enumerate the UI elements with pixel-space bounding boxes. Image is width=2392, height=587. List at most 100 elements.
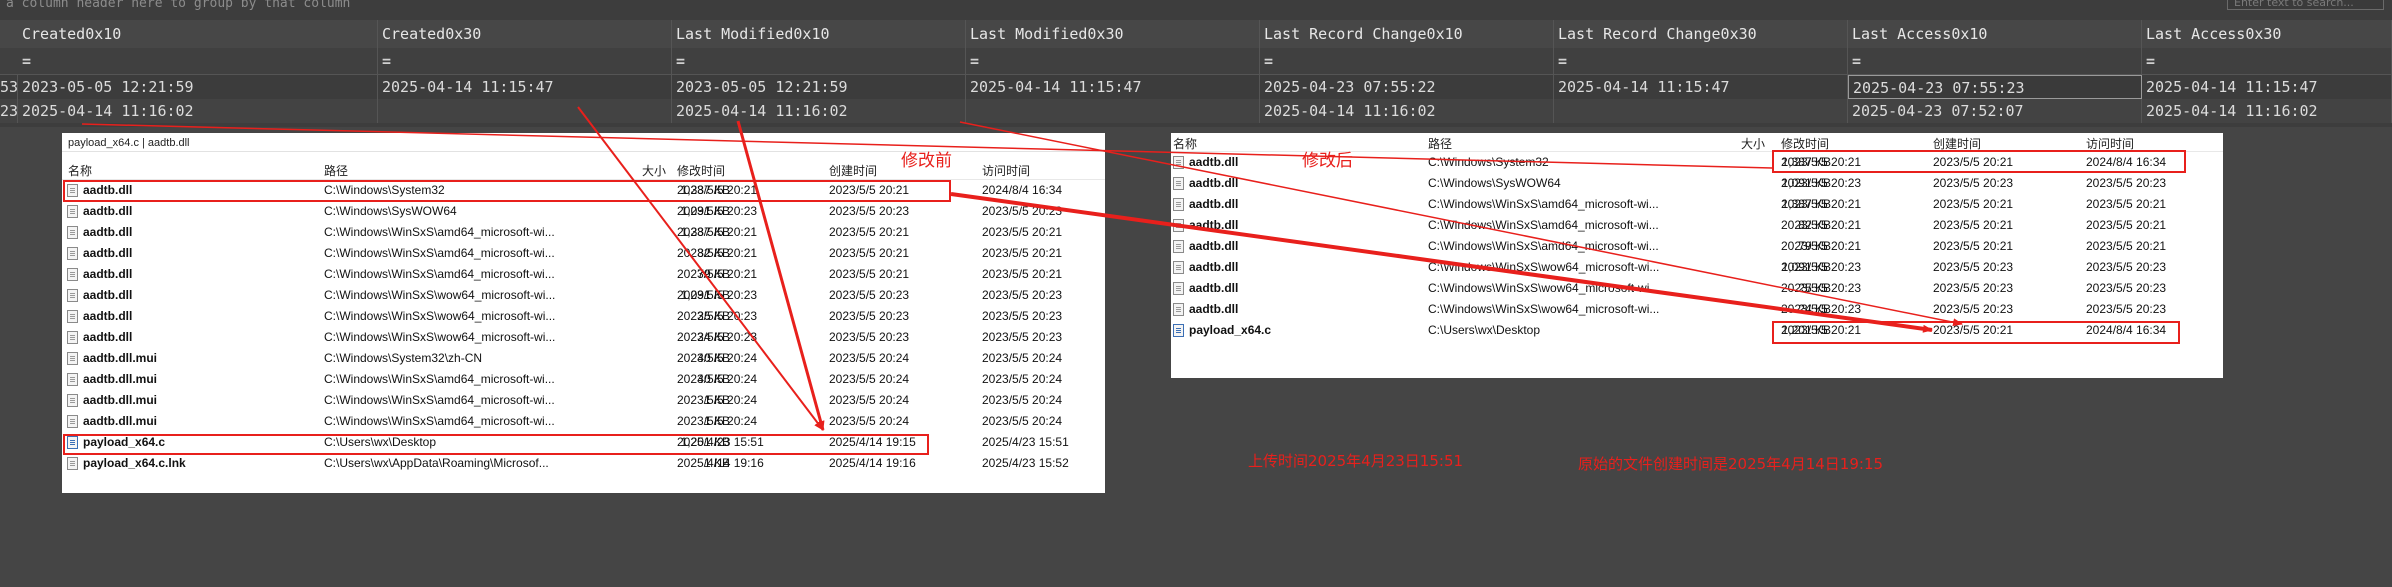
file-name: aadtb.dll (1189, 239, 1239, 253)
file-name: aadtb.dll.mui (83, 351, 158, 365)
file-name: aadtb.dll (83, 330, 133, 344)
file-icon (67, 331, 78, 344)
highlight-box-right-payload (1772, 321, 2180, 344)
file-created: 2025/4/14 19:16 (829, 456, 916, 470)
file-path: C:\Windows\WinSxS\amd64_microsoft-wi... (324, 225, 555, 239)
file-name: payload_x64.c.lnk (83, 456, 186, 470)
file-row[interactable]: aadtb.dll C:\Windows\WinSxS\amd64_microso… (62, 222, 1105, 243)
col-header-path[interactable]: 路径 (324, 162, 348, 179)
col-header-created[interactable]: 创建时间 (829, 162, 877, 179)
file-modified: 2023/5/5 20:21 (677, 225, 758, 239)
file-row[interactable]: aadtb.dll C:\Windows\WinSxS\amd64_microso… (62, 264, 1105, 285)
filter-cell[interactable]: = (2142, 48, 2392, 74)
file-path: C:\Windows\WinSxS\amd64_microsoft-wi... (324, 393, 555, 407)
file-row[interactable]: aadtb.dll C:\Windows\WinSxS\wow64_microso… (1171, 299, 2223, 320)
col-header-record-change0x30[interactable]: Last Record Change0x30 (1554, 20, 1848, 48)
file-path: C:\Windows\SysWOW64 (324, 204, 457, 218)
file-created: 2023/5/5 20:21 (829, 267, 910, 281)
col-header-created0x30[interactable]: Created0x30 (378, 20, 672, 48)
file-created: 2023/5/5 20:24 (829, 372, 910, 386)
upload-time-note: 上传时间2025年4月23日15:51 (1248, 452, 1464, 470)
col-header-access0x30[interactable]: Last Access0x30 (2142, 20, 2392, 48)
filter-cell[interactable]: = (1848, 48, 2142, 74)
file-row[interactable]: aadtb.dll C:\Windows\WinSxS\amd64_microso… (62, 243, 1105, 264)
col-header-accessed[interactable]: 访问时间 (982, 162, 1030, 179)
filter-cell[interactable]: = (672, 48, 966, 74)
grid-data-row[interactable]: 23 2025-04-14 11:16:02 2025-04-14 11:16:… (0, 99, 2392, 123)
file-row[interactable]: aadtb.dll C:\Windows\WinSxS\amd64_microso… (1171, 194, 2223, 215)
file-path: C:\Windows\WinSxS\wow64_microsoft-wi... (324, 288, 556, 302)
col-header-modified0x30[interactable]: Last Modified0x30 (966, 20, 1260, 48)
col-header-modified0x10[interactable]: Last Modified0x10 (672, 20, 966, 48)
filter-cell[interactable]: = (1260, 48, 1554, 74)
file-name: aadtb.dll (1189, 176, 1239, 190)
highlight-box-right-aadtb (1772, 150, 2186, 173)
col-header-name[interactable]: 名称 (1173, 135, 1197, 152)
file-accessed: 2023/5/5 20:21 (982, 225, 1063, 239)
file-path: C:\Windows\System32 (1428, 155, 1549, 169)
file-modified: 2023/5/5 20:23 (677, 330, 758, 344)
file-icon (67, 226, 78, 239)
grid-search-placeholder: Enter text to search... (2234, 0, 2354, 9)
file-row[interactable]: payload_x64.c.lnk C:\Users\wx\AppData\Roa… (62, 453, 1105, 474)
col-header-modified[interactable]: 修改时间 (677, 162, 725, 179)
file-modified: 2023/5/5 20:21 (1781, 218, 1862, 232)
file-created: 2023/5/5 20:21 (829, 225, 910, 239)
filter-cell[interactable]: = (966, 48, 1260, 74)
file-row[interactable]: aadtb.dll C:\Windows\WinSxS\amd64_microso… (1171, 215, 2223, 236)
file-icon (1173, 282, 1184, 295)
file-row[interactable]: aadtb.dll C:\Windows\WinSxS\wow64_microso… (62, 285, 1105, 306)
file-modified: 2023/5/5 20:24 (677, 351, 758, 365)
grid-data-row[interactable]: 53 2023-05-05 12:21:59 2025-04-14 11:15:… (0, 75, 2392, 99)
file-name: aadtb.dll (83, 267, 133, 281)
file-row[interactable]: aadtb.dll.mui C:\Windows\WinSxS\amd64_mic… (62, 369, 1105, 390)
col-header-name[interactable]: 名称 (68, 162, 92, 179)
col-header-path[interactable]: 路径 (1428, 135, 1452, 152)
timestamp-grid: a column header here to group by that co… (0, 0, 2392, 127)
grid-cell: 2025-04-14 11:15:47 (378, 75, 672, 99)
file-row[interactable]: aadtb.dll C:\Windows\WinSxS\wow64_microso… (62, 306, 1105, 327)
file-row[interactable]: aadtb.dll C:\Windows\WinSxS\amd64_microso… (1171, 236, 2223, 257)
file-modified: 2023/5/5 20:21 (1781, 197, 1862, 211)
col-header-created0x10[interactable]: Created0x10 (18, 20, 378, 48)
file-path: C:\Windows\WinSxS\amd64_microsoft-wi... (1428, 239, 1659, 253)
file-created: 2023/5/5 20:23 (829, 309, 910, 323)
file-accessed: 2025/4/23 15:51 (982, 435, 1069, 449)
file-name: payload_x64.c (1189, 323, 1272, 337)
file-row[interactable]: aadtb.dll.mui C:\Windows\WinSxS\amd64_mic… (62, 390, 1105, 411)
file-modified: 2023/5/5 20:23 (1781, 260, 1862, 274)
file-accessed: 2025/4/23 15:52 (982, 456, 1069, 470)
file-path: C:\Windows\WinSxS\wow64_microsoft-wi... (1428, 302, 1660, 316)
file-row[interactable]: aadtb.dll.mui C:\Windows\System32\zh-CN 40… (62, 348, 1105, 369)
col-header-size[interactable]: 大小 (1741, 135, 1765, 152)
file-modified: 2023/5/5 20:21 (677, 267, 758, 281)
col-header-record-change0x10[interactable]: Last Record Change0x10 (1260, 20, 1554, 48)
filter-cell[interactable]: = (1554, 48, 1848, 74)
grid-search-input[interactable]: Enter text to search... (2227, 0, 2384, 10)
file-created: 2023/5/5 20:21 (1933, 239, 2014, 253)
file-modified: 2023/5/5 20:21 (677, 246, 758, 260)
file-modified: 2023/5/5 20:21 (1781, 239, 1862, 253)
file-row[interactable]: aadtb.dll C:\Windows\SysWOW64 1,091 KB 2023… (1171, 173, 2223, 194)
before-label: 修改前 (901, 151, 952, 171)
file-accessed: 2023/5/5 20:23 (982, 330, 1063, 344)
file-path: C:\Windows\WinSxS\amd64_microsoft-wi... (324, 372, 555, 386)
file-row[interactable]: aadtb.dll C:\Windows\WinSxS\wow64_microso… (62, 327, 1105, 348)
col-header-access0x10[interactable]: Last Access0x10 (1848, 20, 2142, 48)
grid-cell-selected[interactable]: 2025-04-23 07:55:23 (1848, 75, 2142, 99)
file-row[interactable]: aadtb.dll C:\Windows\WinSxS\wow64_microso… (1171, 278, 2223, 299)
file-created: 2023/5/5 20:21 (1933, 218, 2014, 232)
file-row[interactable]: aadtb.dll.mui C:\Windows\WinSxS\amd64_mic… (62, 411, 1105, 432)
file-icon (1173, 219, 1184, 232)
highlight-box-left-aadtb (63, 180, 951, 202)
file-row[interactable]: aadtb.dll C:\Windows\SysWOW64 1,091 KB 2023… (62, 201, 1105, 222)
col-header-size[interactable]: 大小 (642, 162, 666, 179)
file-name: aadtb.dll (1189, 197, 1239, 211)
grid-cell-fragment: 53 (0, 75, 18, 99)
file-row[interactable]: aadtb.dll C:\Windows\WinSxS\wow64_microso… (1171, 257, 2223, 278)
file-name: aadtb.dll (83, 309, 133, 323)
breadcrumb: payload_x64.c | aadtb.dll (68, 137, 190, 149)
filter-cell[interactable]: = (378, 48, 672, 74)
filter-cell[interactable]: = (18, 48, 378, 74)
file-icon (1173, 156, 1184, 169)
